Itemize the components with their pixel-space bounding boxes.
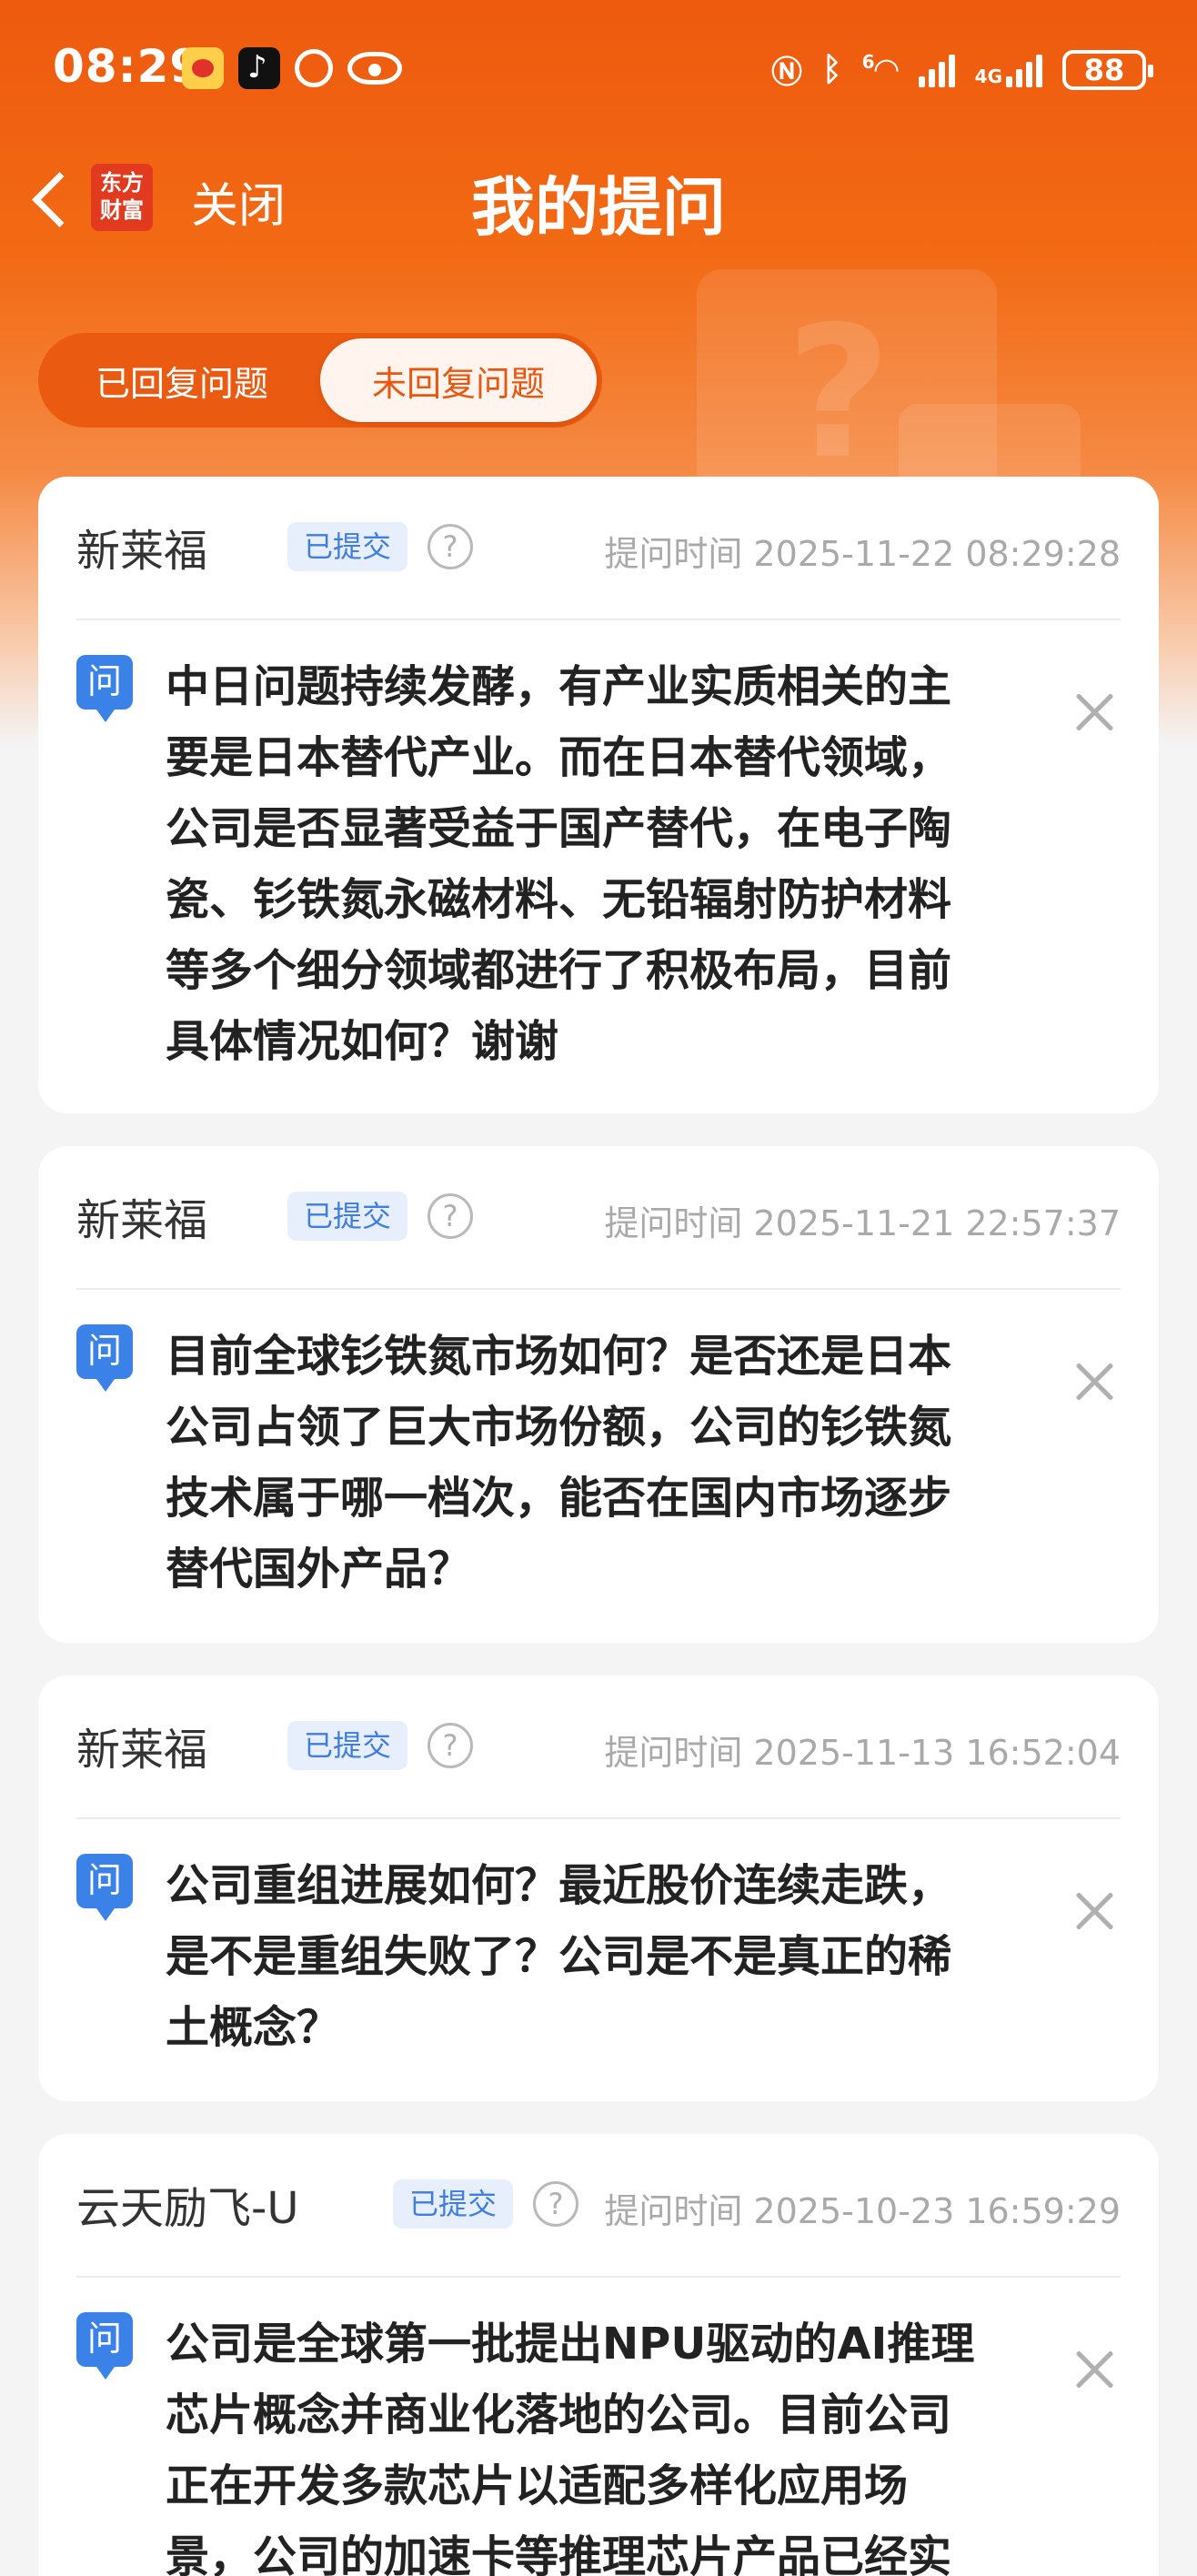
weibo-icon <box>182 47 224 89</box>
question-line: 具体情况如何？谢谢 <box>166 1016 559 1067</box>
notification-icons <box>182 47 402 89</box>
help-icon[interactable]: ? <box>428 1723 473 1768</box>
tiktok-icon <box>238 47 280 89</box>
close-icon[interactable] <box>1071 2347 1117 2392</box>
question-time: 提问时间 2025-11-21 22:57:37 <box>604 1203 1121 1243</box>
question-line: 正在开发多款芯片以适配多样化应用场 <box>166 2460 909 2511</box>
signal-4g-icon: 4G <box>975 53 1042 87</box>
question-text: 目前全球钐铁氮市场如何？是否还是日本 公司占领了巨大市场份额，公司的钐铁氮 技术… <box>166 1321 1075 1605</box>
question-card: 新莱福 已提交 ? 提问时间 2025-11-21 22:57:37 问 目前全… <box>38 1146 1159 1643</box>
company-name[interactable]: 云天励飞-U <box>76 2172 298 2236</box>
battery-icon: 88 <box>1062 49 1153 90</box>
question-line: 公司重组进展如何？最近股价连续走跌， <box>166 1860 952 1911</box>
question-line: 要是日本替代产业。而在日本替代领域， <box>166 732 952 783</box>
status-time: 08:29 <box>53 40 203 93</box>
question-line: 公司是否显著受益于国产替代，在电子陶 <box>166 803 952 854</box>
status-badge: 已提交 <box>287 1192 408 1241</box>
question-line: 公司占领了巨大市场份额，公司的钐铁氮 <box>166 1402 952 1453</box>
question-tabs: 已回复问题 未回复问题 <box>38 333 602 428</box>
question-time: 提问时间 2025-10-23 16:59:29 <box>604 2191 1121 2231</box>
question-line: 芯片概念并商业化落地的公司。目前公司 <box>166 2390 952 2440</box>
company-name[interactable]: 新莱福 <box>76 1184 207 1248</box>
question-line: 公司是全球第一批提出NPU驱动的AI推理 <box>166 2319 975 2370</box>
question-icon: 问 <box>76 1324 133 1392</box>
question-card: 新莱福 已提交 ? 提问时间 2025-11-13 16:52:04 问 公司重… <box>38 1675 1159 2101</box>
question-line: 技术属于哪一档次，能否在国内市场逐步 <box>166 1473 952 1524</box>
question-line: 土概念？ <box>166 2002 341 2053</box>
question-text: 中日问题持续发酵，有产业实质相关的主 要是日本替代产业。而在日本替代领域， 公司… <box>166 651 1075 1077</box>
question-card: 新莱福 已提交 ? 提问时间 2025-11-22 08:29:28 问 中日问… <box>38 477 1159 1113</box>
card-header: 新莱福 已提交 ? 提问时间 2025-11-21 22:57:37 <box>76 1146 1121 1290</box>
question-line: 替代国外产品？ <box>166 1544 472 1595</box>
close-icon[interactable] <box>1071 1888 1117 1934</box>
help-icon[interactable]: ? <box>428 1193 473 1239</box>
bluetooth-icon: ᛒ <box>821 51 842 88</box>
question-icon: 问 <box>76 655 133 722</box>
question-line: 景，公司的加速卡等推理芯片产品已经实 <box>166 2531 952 2576</box>
question-line: 等多个细分领域都进行了积极布局，目前 <box>166 945 952 996</box>
status-badge: 已提交 <box>287 522 408 571</box>
eye-icon <box>347 52 402 85</box>
nfc-icon: Ⓝ <box>770 55 802 91</box>
question-icon: 问 <box>76 1854 133 1921</box>
card-header: 云天励飞-U 已提交 ? 提问时间 2025-10-23 16:59:29 <box>76 2134 1121 2278</box>
wifi-icon: 6◠ <box>861 51 899 88</box>
tab-unreplied[interactable]: 未回复问题 <box>320 338 597 422</box>
help-icon[interactable]: ? <box>533 2181 578 2227</box>
app-circle-icon <box>295 49 333 87</box>
question-text: 公司重组进展如何？最近股价连续走跌， 是不是重组失败了？公司是不是真正的稀 土概… <box>166 1850 1075 2063</box>
status-bar: 08:29 Ⓝ ᛒ 6◠ 4G 88 <box>0 0 1197 146</box>
close-icon[interactable] <box>1071 689 1117 735</box>
question-card: 云天励飞-U 已提交 ? 提问时间 2025-10-23 16:59:29 问 … <box>38 2134 1159 2576</box>
question-line: 是不是重组失败了？公司是不是真正的稀 <box>166 1931 952 1982</box>
company-name[interactable]: 新莱福 <box>76 515 207 579</box>
close-icon[interactable] <box>1071 1359 1117 1404</box>
status-badge: 已提交 <box>393 2179 514 2229</box>
question-time: 提问时间 2025-11-13 16:52:04 <box>604 1733 1121 1773</box>
wifi-badge: 6 <box>861 51 875 74</box>
status-badge: 已提交 <box>287 1721 408 1770</box>
question-line: 中日问题持续发酵，有产业实质相关的主 <box>166 661 952 712</box>
help-icon[interactable]: ? <box>428 524 473 569</box>
company-name[interactable]: 新莱福 <box>76 1714 207 1777</box>
question-text: 公司是全球第一批提出NPU驱动的AI推理 芯片概念并商业化落地的公司。目前公司 … <box>166 2309 1075 2576</box>
system-icons: Ⓝ ᛒ 6◠ 4G 88 <box>770 47 1153 92</box>
question-time: 提问时间 2025-11-22 08:29:28 <box>604 534 1121 574</box>
battery-level: 88 <box>1083 52 1125 87</box>
question-line: 目前全球钐铁氮市场如何？是否还是日本 <box>166 1331 952 1382</box>
question-icon: 问 <box>76 2312 133 2380</box>
card-header: 新莱福 已提交 ? 提问时间 2025-11-13 16:52:04 <box>76 1675 1121 1819</box>
card-header: 新莱福 已提交 ? 提问时间 2025-11-22 08:29:28 <box>76 477 1121 620</box>
page-title: 我的提问 <box>471 170 726 245</box>
question-line: 瓷、钐铁氮永磁材料、无铅辐射防护材料 <box>166 874 952 925</box>
tab-replied[interactable]: 已回复问题 <box>44 338 320 422</box>
signal-icon <box>918 53 955 87</box>
signal-4g-bars <box>1006 53 1042 87</box>
network-label: 4G <box>974 65 1002 87</box>
